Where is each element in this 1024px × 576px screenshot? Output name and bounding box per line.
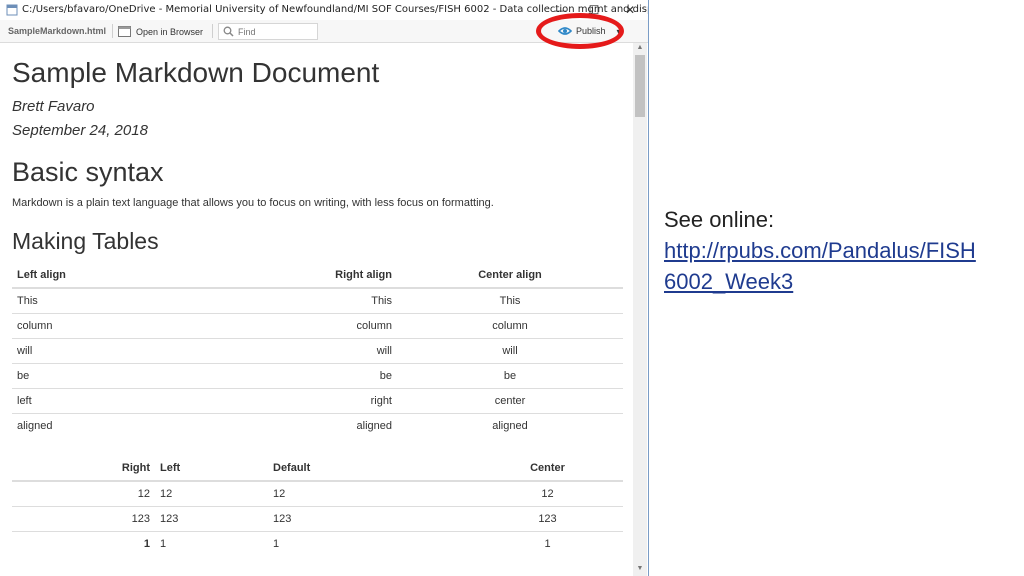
document-title: Sample Markdown Document	[12, 57, 380, 88]
search-icon	[223, 26, 234, 37]
table-cell: aligned	[12, 412, 212, 438]
section-heading-making-tables: Making Tables	[12, 228, 159, 254]
slide-label: See online:	[664, 207, 775, 232]
find-box[interactable]	[218, 23, 318, 40]
scroll-down-icon[interactable]: ▼	[635, 564, 645, 574]
close-button[interactable]: ✕	[622, 2, 638, 18]
table-cell: column	[397, 312, 623, 338]
section-heading-basic-syntax: Basic syntax	[12, 157, 164, 187]
table-cell: will	[397, 337, 623, 363]
table-row: 123 123 123 123	[12, 505, 623, 531]
viewer-window: C:/Users/bfavaro/OneDrive - Memorial Uni…	[0, 0, 649, 576]
table-cell: 12	[273, 487, 286, 500]
table-cell: be	[12, 362, 212, 388]
table-cell: 12	[137, 487, 150, 500]
table-cell: column	[212, 312, 397, 338]
table-cell: 1	[268, 530, 472, 556]
toolbar-divider	[112, 24, 113, 38]
table-header: Center	[472, 456, 623, 482]
publish-highlight-circle	[536, 13, 624, 49]
toolbar-divider	[212, 24, 213, 38]
open-in-browser-label: Open in Browser	[136, 26, 204, 37]
find-input[interactable]	[234, 26, 308, 37]
rpubs-link[interactable]: http://rpubs.com/Pandalus/FISH6002_Week3	[664, 235, 986, 297]
table-cell: be	[212, 362, 397, 388]
rstudio-viewer-icon	[6, 4, 18, 16]
table-cell: 12	[160, 487, 173, 500]
rendered-document: Sample Markdown Document Brett Favaro Se…	[0, 43, 632, 576]
table-row: 12 12 12 12	[12, 481, 623, 506]
table-cell: 123	[472, 505, 623, 531]
table-cell: 1	[155, 530, 268, 556]
table-cell: 123	[268, 505, 472, 531]
table-cell: 123	[12, 505, 155, 531]
open-in-browser-button[interactable]: Open in Browser	[118, 24, 203, 39]
table-cell: will	[212, 337, 397, 363]
scrollbar-thumb[interactable]	[635, 55, 645, 117]
alignment-table: Left align Right align Center align This…	[12, 263, 623, 438]
table-row: column column column	[12, 312, 623, 338]
table-header: Center align	[397, 263, 623, 289]
table-row: be be be	[12, 362, 623, 388]
table-cell: 123	[155, 505, 268, 531]
file-name-label: SampleMarkdown.html	[8, 26, 107, 36]
table-cell: This	[499, 294, 521, 307]
document-author: Brett Favaro	[12, 98, 95, 115]
table-row: 1 1 1 1	[12, 530, 623, 556]
table-cell: left	[12, 387, 212, 413]
table-row: will will will	[12, 337, 623, 363]
table-cell: This	[17, 294, 38, 307]
table-header: Default	[268, 456, 472, 482]
slide-note: See online: http://rpubs.com/Pandalus/FI…	[664, 204, 1004, 297]
table-row: This This This	[12, 288, 623, 313]
table-cell: aligned	[212, 412, 397, 438]
table-header: Left	[155, 456, 268, 482]
table-cell: 12	[541, 487, 554, 500]
table-cell: will	[12, 337, 212, 363]
table-header: Right	[12, 456, 155, 482]
numeric-alignment-table: Right Left Default Center 12 12 12 12 12…	[12, 456, 623, 556]
table-cell: be	[397, 362, 623, 388]
table-cell: right	[212, 387, 397, 413]
table-row: left right center	[12, 387, 623, 413]
table-cell: 1	[472, 530, 623, 556]
table-cell: This	[371, 294, 392, 307]
table-cell: aligned	[397, 412, 623, 438]
paragraph-text: Markdown is a plain text language that a…	[12, 197, 494, 209]
scroll-up-icon[interactable]: ▲	[635, 43, 645, 53]
table-cell: 1	[12, 530, 155, 556]
table-row: aligned aligned aligned	[12, 412, 623, 438]
vertical-scrollbar[interactable]: ▲ ▼	[633, 43, 647, 576]
document-date: September 24, 2018	[12, 122, 148, 139]
open-in-browser-icon	[118, 26, 131, 37]
table-header: Right align	[212, 263, 397, 289]
table-header: Left align	[12, 263, 212, 289]
table-cell: center	[397, 387, 623, 413]
table-cell: column	[12, 312, 212, 338]
